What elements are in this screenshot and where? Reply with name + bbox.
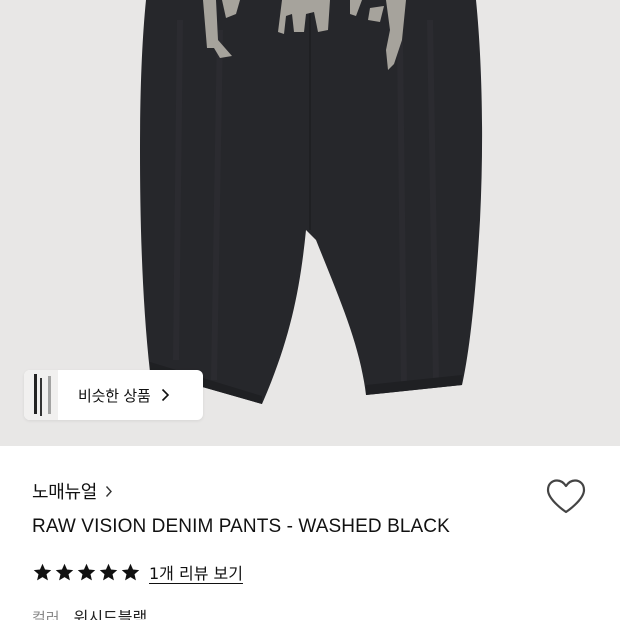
similar-products-label: 비슷한 상품 [78, 386, 151, 405]
brand-link[interactable]: 노매뉴얼 [32, 478, 113, 504]
star-icon [33, 563, 52, 580]
option-label: 컬러 [32, 609, 60, 620]
star-icon [121, 563, 140, 580]
color-option: 컬러 워시드블랙 [32, 604, 147, 620]
star-icon [99, 563, 118, 580]
chevron-right-icon [105, 485, 113, 498]
similar-product-thumbnail [24, 370, 58, 420]
product-title: RAW VISION DENIM PANTS - WASHED BLACK [32, 516, 450, 537]
brand-name: 노매뉴얼 [32, 482, 98, 503]
similar-products-button[interactable]: 비슷한 상품 [24, 370, 203, 420]
star-icon [77, 563, 96, 580]
chevron-right-icon [161, 388, 170, 402]
star-rating [32, 562, 141, 583]
option-value: 워시드블랙 [73, 608, 148, 620]
heart-outline-icon [546, 479, 586, 514]
wishlist-button[interactable] [544, 478, 588, 516]
review-link[interactable]: 1개 리뷰 보기 [149, 560, 243, 584]
rating-row: 1개 리뷰 보기 [32, 560, 243, 584]
star-icon [55, 563, 74, 580]
